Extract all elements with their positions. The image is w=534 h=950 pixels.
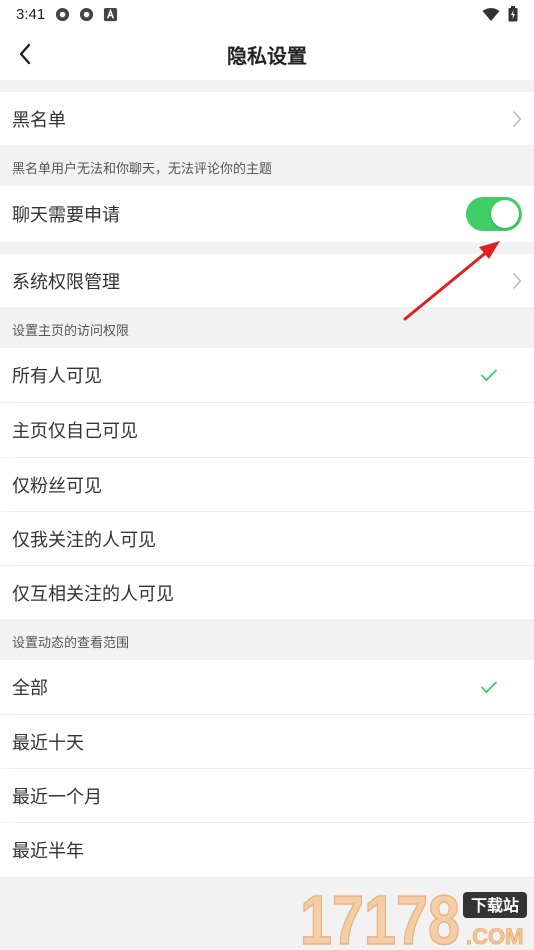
watermark-domain: .COM <box>466 924 523 949</box>
font-app-icon <box>104 7 118 21</box>
moments-option-ten-days[interactable]: 最近十天 <box>0 715 534 768</box>
homepage-option-fans-only[interactable]: 仅粉丝可见 <box>0 458 534 511</box>
option-label: 所有人可见 <box>12 366 102 387</box>
option-label: 仅互相关注的人可见 <box>12 583 174 605</box>
navigation-bar: 隐私设置 <box>0 28 534 80</box>
wifi-icon <box>482 7 500 21</box>
chat-request-label: 聊天需要申请 <box>12 205 120 226</box>
homepage-option-self-only[interactable]: 主页仅自己可见 <box>0 403 534 457</box>
blacklist-row[interactable]: 黑名单 <box>0 92 534 145</box>
checkmark-icon <box>480 369 498 382</box>
system-permissions-row[interactable]: 系统权限管理 <box>0 254 534 307</box>
watermark-digits: 17178 <box>300 881 460 950</box>
homepage-section-label: 设置主页的访问权限 <box>12 324 130 339</box>
checkmark-icon <box>480 681 498 694</box>
aperture-icon <box>56 7 70 21</box>
watermark-logo: 17178 下载站 .COM <box>300 880 527 950</box>
blacklist-note: 黑名单用户无法和你聊天，无法评论你的主题 <box>12 162 273 177</box>
option-label: 最近十天 <box>12 732 84 754</box>
watermark-badge: 下载站 <box>471 896 519 915</box>
back-arrow-icon <box>19 43 31 65</box>
option-label: 仅我关注的人可见 <box>12 529 156 551</box>
option-label: 主页仅自己可见 <box>12 421 138 442</box>
chevron-right-icon <box>512 272 522 289</box>
moments-option-one-month[interactable]: 最近一个月 <box>0 769 534 822</box>
chat-request-row: 聊天需要申请 <box>0 186 534 242</box>
homepage-option-everyone[interactable]: 所有人可见 <box>0 348 534 402</box>
chevron-right-icon <box>512 110 522 127</box>
status-bar: 3:41 <box>0 0 534 28</box>
option-label: 最近半年 <box>12 841 84 862</box>
moments-section-label: 设置动态的查看范围 <box>12 636 130 651</box>
aperture-icon <box>80 7 94 21</box>
page-title: 隐私设置 <box>227 43 307 68</box>
homepage-option-following[interactable]: 仅我关注的人可见 <box>0 512 534 565</box>
toggle-knob <box>491 200 519 228</box>
status-time: 3:41 <box>16 5 46 23</box>
moments-option-all[interactable]: 全部 <box>0 660 534 714</box>
option-label: 全部 <box>12 678 48 699</box>
option-label: 最近一个月 <box>12 786 102 808</box>
homepage-option-mutual[interactable]: 仅互相关注的人可见 <box>0 566 534 619</box>
moments-option-half-year[interactable]: 最近半年 <box>0 823 534 877</box>
option-label: 仅粉丝可见 <box>12 475 102 497</box>
chat-request-toggle[interactable] <box>466 197 522 231</box>
blacklist-label: 黑名单 <box>12 109 66 131</box>
back-button[interactable] <box>10 38 40 70</box>
battery-icon <box>508 6 518 22</box>
system-permissions-label: 系统权限管理 <box>12 271 120 293</box>
